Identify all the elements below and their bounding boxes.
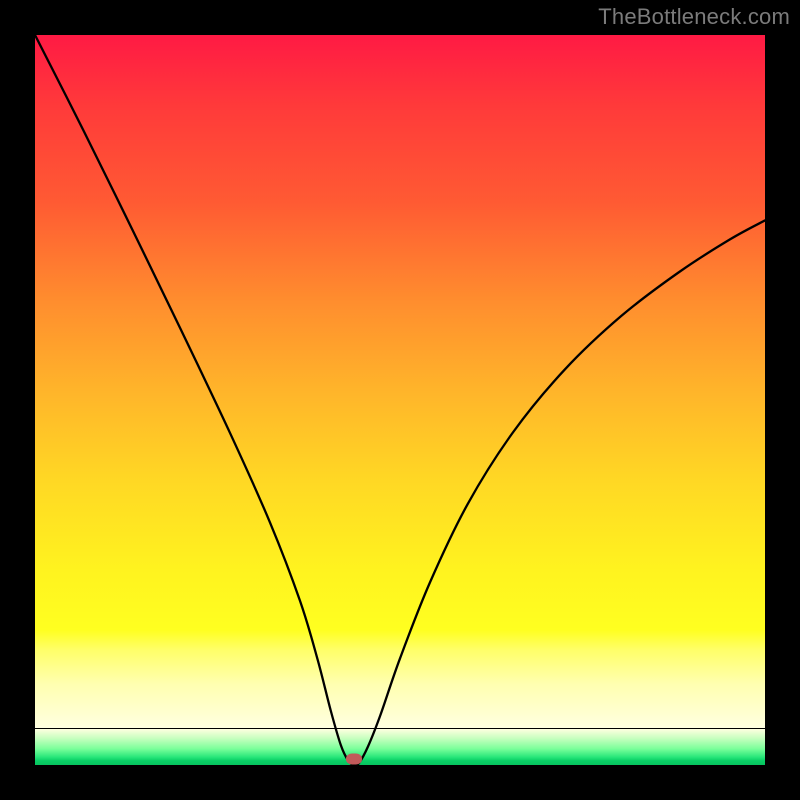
frame: TheBottleneck.com [0,0,800,800]
bottleneck-curve [35,35,765,765]
watermark-label: TheBottleneck.com [598,4,790,30]
optimum-marker [346,754,362,765]
plot-area [35,35,765,765]
